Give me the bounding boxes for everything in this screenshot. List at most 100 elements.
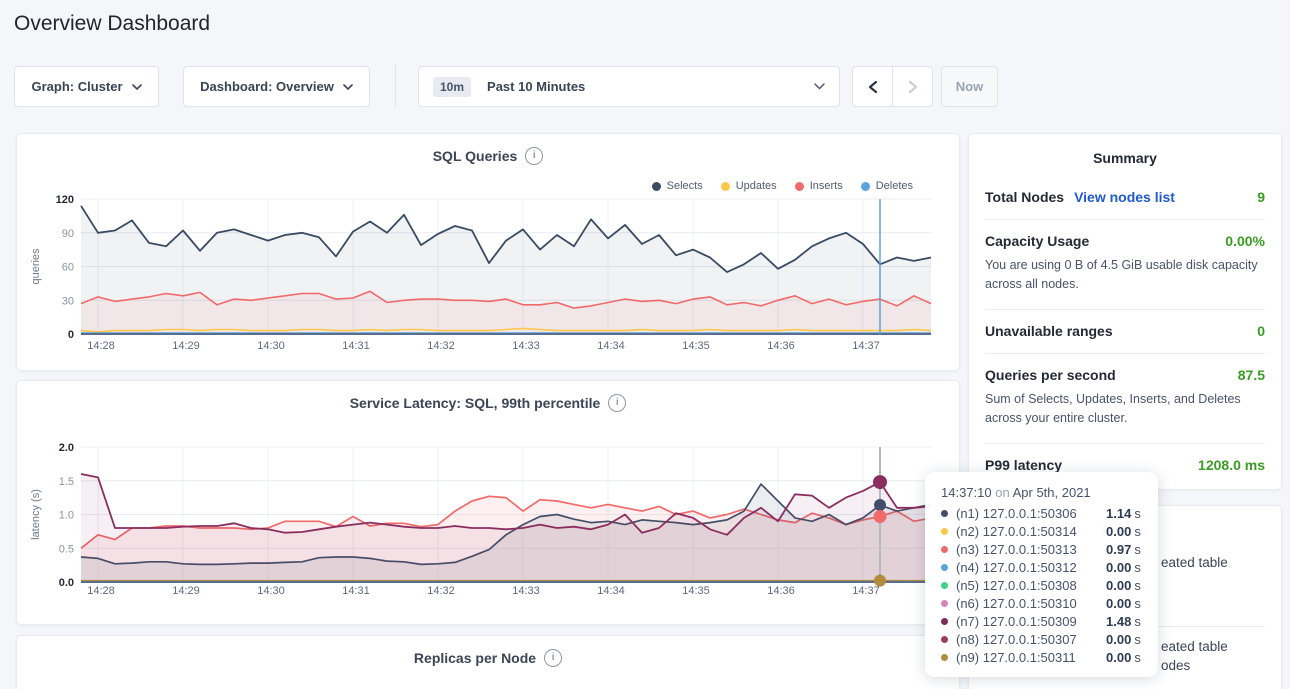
time-step-buttons: [852, 66, 933, 107]
chevron-right-icon: [907, 80, 919, 94]
svg-text:1.5: 1.5: [59, 476, 74, 488]
svg-text:14:34: 14:34: [597, 585, 625, 597]
summary-title: Summary: [985, 134, 1265, 176]
node-color-dot: [941, 654, 948, 661]
sql-queries-chart[interactable]: 14:2814:2914:3014:3114:3214:3314:3414:35…: [17, 190, 961, 362]
summary-row-capacity-usage: Capacity Usage 0.00% You are using 0 B o…: [985, 219, 1265, 309]
queries-per-second-value: 87.5: [1238, 367, 1265, 383]
tooltip-row: (n1) 127.0.0.1:503061.14s: [941, 504, 1142, 522]
service-latency-chart-title: Service Latency: SQL, 99th percentile: [350, 395, 601, 411]
svg-text:14:28: 14:28: [87, 585, 115, 597]
tooltip-row: (n2) 127.0.0.1:503140.00s: [941, 522, 1142, 540]
node-color-dot: [941, 564, 948, 571]
node-color-dot: [941, 510, 948, 517]
summary-row-queries-per-second: Queries per second 87.5 Sum of Selects, …: [985, 353, 1265, 443]
service-latency-chart[interactable]: 14:2814:2914:3014:3114:3214:3314:3414:35…: [17, 431, 961, 607]
replicas-chart-title: Replicas per Node: [414, 650, 536, 666]
unavailable-ranges-value: 0: [1257, 323, 1265, 339]
chevron-down-icon: [343, 84, 353, 90]
view-nodes-list-link[interactable]: View nodes list: [1074, 189, 1175, 205]
info-icon[interactable]: i: [544, 649, 562, 667]
svg-text:latency (s): latency (s): [30, 489, 42, 540]
svg-text:14:31: 14:31: [342, 340, 370, 352]
node-address: (n8) 127.0.0.1:50307: [956, 632, 1106, 647]
dashboard-selector-dropdown[interactable]: Dashboard: Overview: [183, 66, 370, 107]
summary-row-unavailable-ranges: Unavailable ranges 0: [985, 309, 1265, 353]
graph-selector-dropdown[interactable]: Graph: Cluster: [14, 66, 159, 107]
graph-selector-label: Graph: Cluster: [31, 79, 122, 94]
node-address: (n6) 127.0.0.1:50310: [956, 596, 1106, 611]
svg-text:14:34: 14:34: [597, 340, 625, 352]
svg-text:14:29: 14:29: [172, 585, 200, 597]
svg-text:14:32: 14:32: [427, 340, 455, 352]
svg-text:0.5: 0.5: [59, 543, 74, 555]
next-time-button[interactable]: [893, 67, 932, 106]
node-color-dot: [941, 636, 948, 643]
tooltip-row: (n7) 127.0.0.1:503091.48s: [941, 612, 1142, 630]
svg-text:0: 0: [68, 329, 74, 341]
svg-text:120: 120: [56, 194, 74, 206]
node-latency-value: 0.00: [1106, 524, 1131, 539]
node-latency-value: 0.00: [1106, 560, 1131, 575]
tooltip-row: (n5) 127.0.0.1:503080.00s: [941, 576, 1142, 594]
p99-latency-value: 1208.0 ms: [1198, 457, 1265, 473]
svg-text:2.0: 2.0: [59, 442, 74, 454]
node-latency-value: 0.00: [1106, 650, 1131, 665]
svg-text:60: 60: [62, 262, 74, 274]
latency-tooltip: 14:37:10 on Apr 5th, 2021 (n1) 127.0.0.1…: [925, 472, 1158, 677]
node-address: (n3) 127.0.0.1:50313: [956, 542, 1106, 557]
node-latency-value: 0.00: [1106, 578, 1131, 593]
svg-text:14:35: 14:35: [682, 585, 710, 597]
tooltip-row: (n8) 127.0.0.1:503070.00s: [941, 630, 1142, 648]
now-button[interactable]: Now: [941, 66, 998, 107]
node-address: (n2) 127.0.0.1:50314: [956, 524, 1106, 539]
time-range-badge: 10m: [433, 77, 471, 97]
sql-queries-chart-title: SQL Queries: [433, 148, 518, 164]
node-color-dot: [941, 528, 948, 535]
time-range-dropdown[interactable]: 10m Past 10 Minutes: [418, 66, 840, 107]
svg-text:14:31: 14:31: [342, 585, 370, 597]
dashboard-selector-label: Dashboard: Overview: [200, 79, 334, 94]
overview-dashboard-page: Overview Dashboard Graph: Cluster Dashbo…: [0, 0, 1290, 689]
node-latency-value: 1.14: [1106, 506, 1131, 521]
controls-divider: [395, 64, 396, 108]
svg-text:90: 90: [62, 228, 74, 240]
capacity-usage-description: You are using 0 B of 4.5 GiB usable disk…: [985, 256, 1265, 295]
svg-text:14:30: 14:30: [257, 340, 285, 352]
prev-time-button[interactable]: [853, 67, 893, 106]
chevron-down-icon: [814, 83, 825, 90]
svg-text:14:33: 14:33: [512, 585, 540, 597]
node-latency-value: 0.97: [1106, 542, 1131, 557]
svg-text:14:28: 14:28: [87, 340, 115, 352]
sql-queries-card: SQL Queries i Selects Updates Inserts De…: [16, 133, 960, 371]
info-icon[interactable]: i: [608, 394, 626, 412]
summary-panel: Summary Total Nodes View nodes list 9 Ca…: [968, 133, 1282, 490]
node-address: (n4) 127.0.0.1:50312: [956, 560, 1106, 575]
event-item-fragment: eated table odes: [1161, 637, 1228, 675]
event-item-fragment: eated table: [1161, 555, 1228, 570]
info-icon[interactable]: i: [525, 147, 543, 165]
total-nodes-value: 9: [1257, 189, 1265, 205]
svg-text:0.0: 0.0: [59, 577, 74, 589]
svg-text:30: 30: [62, 295, 74, 307]
replicas-per-node-card: Replicas per Node i: [16, 635, 960, 689]
node-latency-value: 0.00: [1106, 596, 1131, 611]
svg-text:1.0: 1.0: [59, 510, 74, 522]
summary-row-total-nodes: Total Nodes View nodes list 9: [985, 176, 1265, 219]
svg-text:14:36: 14:36: [767, 585, 795, 597]
svg-text:14:37: 14:37: [852, 340, 880, 352]
node-color-dot: [941, 582, 948, 589]
chevron-left-icon: [867, 80, 879, 94]
time-range-label: Past 10 Minutes: [487, 79, 585, 94]
svg-text:14:37: 14:37: [852, 585, 880, 597]
node-color-dot: [941, 546, 948, 553]
node-address: (n7) 127.0.0.1:50309: [956, 614, 1106, 629]
svg-text:14:36: 14:36: [767, 340, 795, 352]
svg-text:14:29: 14:29: [172, 340, 200, 352]
node-color-dot: [941, 618, 948, 625]
node-address: (n1) 127.0.0.1:50306: [956, 506, 1106, 521]
service-latency-card: Service Latency: SQL, 99th percentile i …: [16, 380, 960, 625]
chevron-down-icon: [132, 84, 142, 90]
tooltip-timestamp: 14:37:10 on Apr 5th, 2021: [941, 485, 1142, 500]
node-address: (n9) 127.0.0.1:50311: [956, 650, 1106, 665]
